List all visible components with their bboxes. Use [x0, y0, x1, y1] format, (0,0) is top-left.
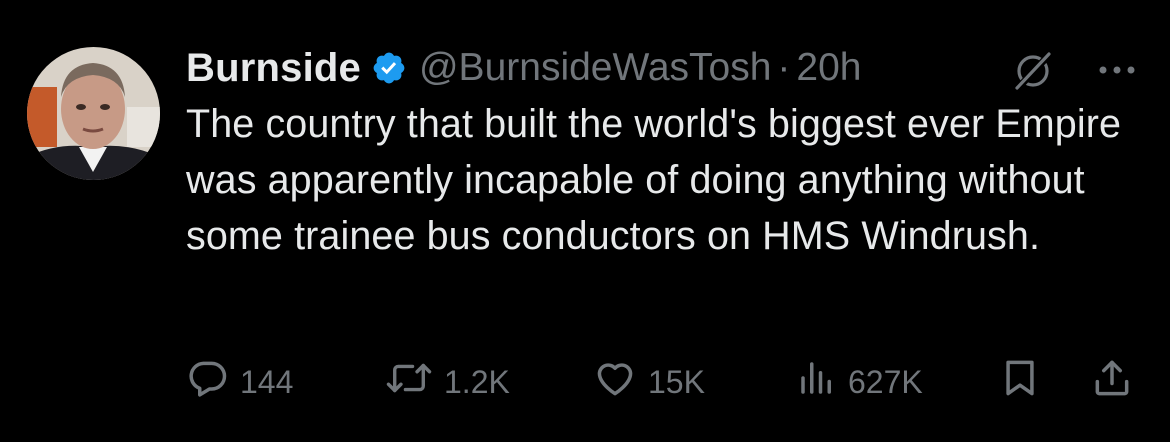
share-icon — [1090, 356, 1134, 408]
reply-count: 144 — [240, 363, 294, 400]
views-button[interactable]: 627K — [796, 358, 923, 406]
bookmark-button[interactable] — [998, 358, 1042, 406]
avatar[interactable] — [27, 47, 160, 180]
like-count: 15K — [648, 363, 705, 400]
bookmark-icon — [998, 356, 1042, 408]
more-icon[interactable] — [1094, 52, 1140, 88]
retweet-icon — [384, 356, 434, 408]
handle[interactable]: @BurnsideWasTosh — [419, 46, 771, 90]
display-name[interactable]: Burnside — [186, 46, 361, 91]
share-button[interactable] — [1090, 358, 1134, 406]
tweet-content: Burnside @BurnsideWasTosh · 20h The coun… — [186, 40, 1146, 264]
tweet[interactable]: Burnside @BurnsideWasTosh · 20h The coun… — [0, 0, 1170, 442]
verified-badge-icon — [371, 50, 407, 86]
tweet-text: The country that built the world's bigge… — [186, 102, 1122, 258]
tweet-actions: 144 1.2K 15K 627K — [0, 358, 1170, 408]
retweet-count: 1.2K — [444, 363, 510, 400]
timestamp[interactable]: 20h — [796, 46, 861, 90]
retweet-button[interactable]: 1.2K — [384, 358, 510, 406]
tweet-header: Burnside @BurnsideWasTosh · 20h — [186, 40, 1146, 96]
reply-button[interactable]: 144 — [186, 358, 293, 406]
reply-icon — [186, 356, 230, 408]
views-count: 627K — [848, 363, 923, 400]
heart-icon — [592, 356, 638, 408]
separator-dot: · — [777, 46, 791, 89]
like-button[interactable]: 15K — [592, 358, 705, 406]
grok-icon[interactable] — [1014, 52, 1052, 90]
views-icon — [796, 356, 838, 408]
